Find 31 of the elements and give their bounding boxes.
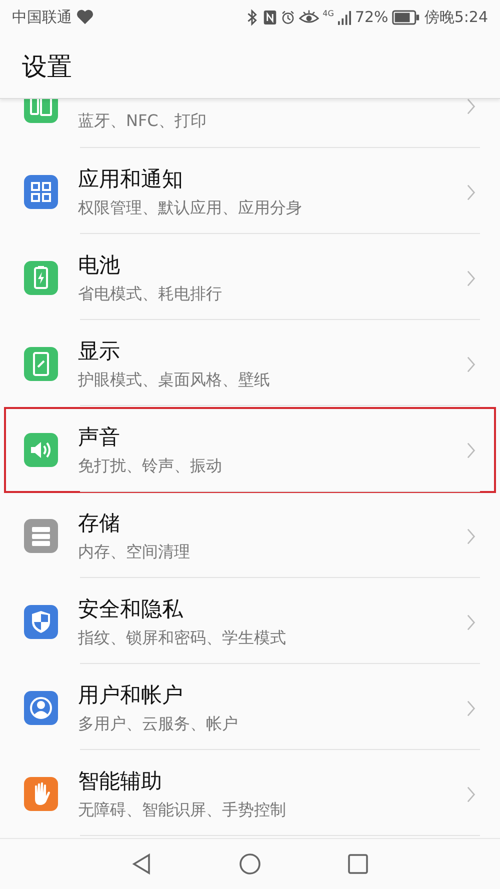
highlighted-settings-item[interactable]: 声音 免打扰、铃声、振动 xyxy=(4,407,496,493)
item-title: 安全和隐私 xyxy=(78,596,184,623)
item-subtitle: 免打扰、铃声、振动 xyxy=(78,456,223,477)
settings-item[interactable]: 电池 省电模式、耗电排行 xyxy=(4,235,496,321)
item-subtitle: 无障碍、智能识屏、手势控制 xyxy=(78,800,287,821)
page-title: 设置 xyxy=(22,50,72,82)
item-subtitle: 内存、空间清理 xyxy=(78,542,191,563)
battery-percent: 72% xyxy=(354,8,388,26)
settings-item[interactable]: 蓝牙、NFC、打印 xyxy=(4,99,496,149)
settings-item[interactable]: 智能辅助 无障碍、智能识屏、手势控制 xyxy=(4,751,496,837)
item-subtitle: 蓝牙、NFC、打印 xyxy=(78,110,208,132)
item-subtitle: 护眼模式、桌面风格、壁纸 xyxy=(78,370,271,391)
settings-item[interactable]: 用户和帐户 多用户、云服务、帐户 xyxy=(4,665,496,751)
settings-item[interactable]: 存储 内存、空间清理 xyxy=(4,493,496,579)
settings-item[interactable]: 显示 护眼模式、桌面风格、壁纸 xyxy=(4,321,496,407)
clock-time: 傍晚5:24 xyxy=(424,8,488,26)
item-title: 电池 xyxy=(78,252,121,279)
network-label: 4G xyxy=(322,9,334,18)
settings-item[interactable]: 安全和隐私 指纹、锁屏和密码、学生模式 xyxy=(4,579,496,665)
item-subtitle: 多用户、云服务、帐户 xyxy=(78,714,239,735)
item-subtitle: 指纹、锁屏和密码、学生模式 xyxy=(78,628,287,649)
item-title: 应用和通知 xyxy=(78,166,184,193)
carrier-name: 中国联通 xyxy=(12,8,72,26)
item-title: 存储 xyxy=(78,510,121,537)
item-title: 显示 xyxy=(78,338,121,365)
item-title: 声音 xyxy=(78,424,121,451)
item-subtitle: 权限管理、默认应用、应用分身 xyxy=(78,198,303,219)
settings-item[interactable]: 应用和通知 权限管理、默认应用、应用分身 xyxy=(4,149,496,235)
item-title: 智能辅助 xyxy=(78,768,163,795)
item-title: 用户和帐户 xyxy=(78,682,184,709)
item-subtitle: 省电模式、耗电排行 xyxy=(78,284,223,305)
